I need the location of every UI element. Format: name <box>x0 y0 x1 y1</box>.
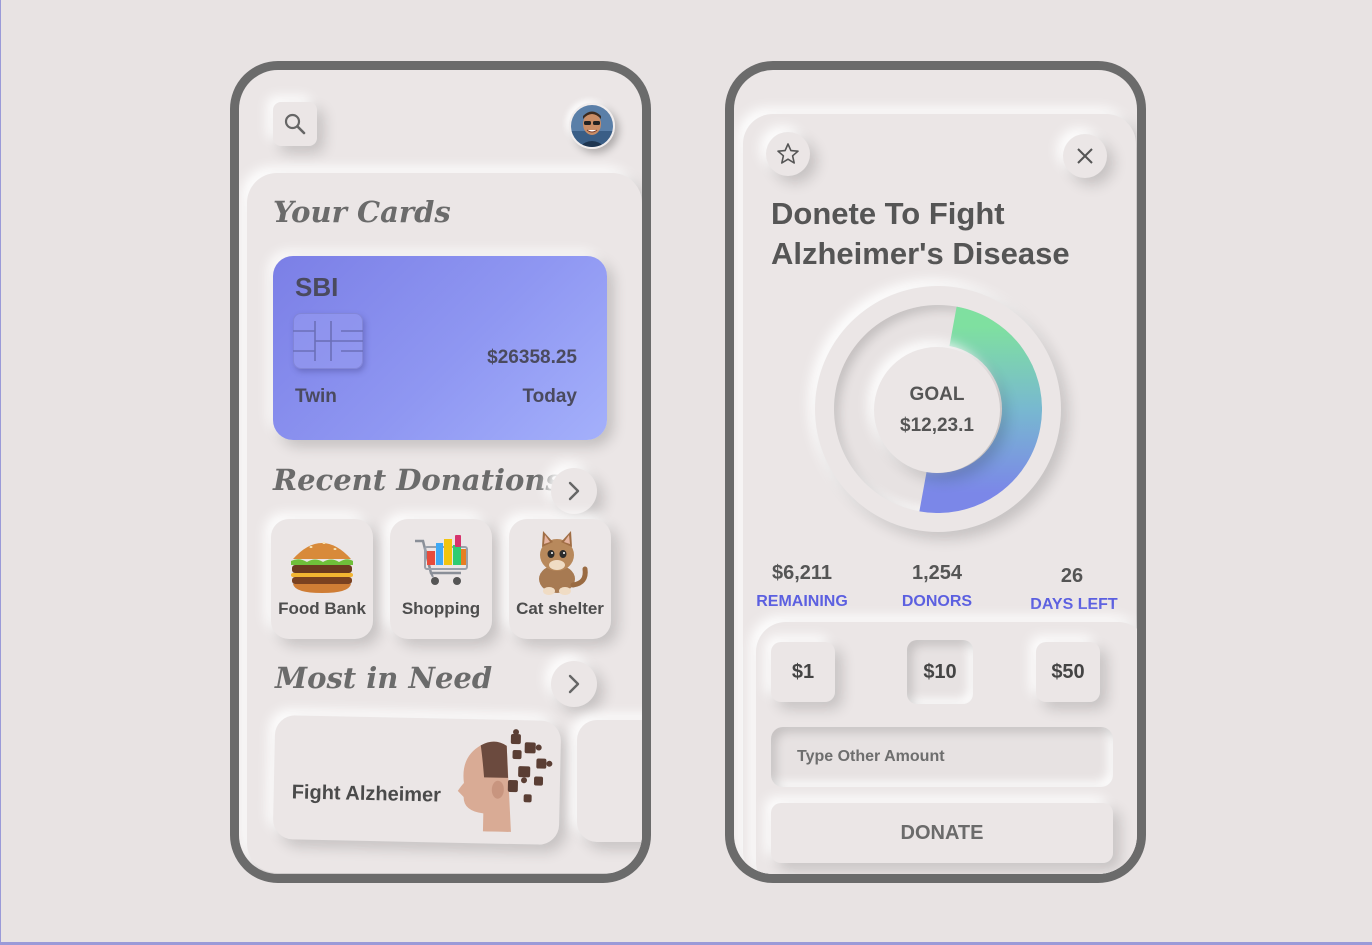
donation-label: Shopping <box>401 599 481 618</box>
search-icon <box>284 113 306 135</box>
donate-title: Donete To Fight Alzheimer's Disease <box>771 194 1101 274</box>
card-holder: Twin <box>295 386 337 407</box>
burger-icon <box>291 542 353 593</box>
donate-button[interactable]: DONATE <box>771 803 1113 863</box>
most-in-need-title: Most in Need <box>275 661 493 695</box>
amount-button-50[interactable]: $50 <box>1036 642 1100 702</box>
other-amount-input[interactable] <box>771 727 1113 787</box>
donation-label: Food Bank <box>278 599 366 618</box>
head-puzzle-icon <box>457 729 553 832</box>
need-card-label: Fight Alzheimer <box>291 781 442 807</box>
avatar[interactable] <box>569 103 615 149</box>
your-cards-title: Your Cards <box>273 195 451 229</box>
need-card-next[interactable] <box>577 720 642 842</box>
amount-button-10[interactable]: $10 <box>907 640 973 704</box>
close-button[interactable] <box>1063 134 1107 178</box>
phone-donate-screen: Donete To Fight Alzheimer's Disease GOAL… <box>725 61 1146 883</box>
search-button[interactable] <box>273 102 317 146</box>
stat-remaining-value: $6,211 <box>771 562 833 584</box>
bank-card[interactable]: SBI $26358.25 Twin Today <box>273 256 607 440</box>
card-balance: $26358.25 <box>487 347 577 368</box>
stat-remaining-label: REMAINING <box>756 593 848 610</box>
phone-wallet-screen: Your Cards SBI $26358.25 Twin Today Rece… <box>230 61 651 883</box>
shopping-cart-icon <box>415 535 468 585</box>
stat-donors-value: 1,254 <box>911 562 963 584</box>
need-card-fight-alzheimer[interactable]: Fight Alzheimer <box>272 715 562 845</box>
card-chip-icon <box>293 313 363 369</box>
goal-label: GOAL <box>909 384 965 405</box>
title-line-2: Alzheimer's Disease <box>771 236 1070 271</box>
kitten-icon <box>539 531 588 595</box>
stat-days-value: 26 <box>1060 565 1084 587</box>
star-icon <box>777 143 799 164</box>
amount-button-1[interactable]: $1 <box>771 642 835 702</box>
close-icon <box>1077 148 1093 164</box>
donation-label: Cat shelter <box>516 599 604 618</box>
favorite-button[interactable] <box>766 132 810 176</box>
title-line-1: Donete To Fight <box>771 196 1005 231</box>
user-avatar-icon <box>571 105 613 147</box>
stat-days-label: DAYS LEFT <box>1030 596 1118 613</box>
goal-value: $12,23.1 <box>900 415 974 436</box>
donation-card-shopping[interactable]: Shopping <box>390 519 492 639</box>
bank-name: SBI <box>295 272 339 302</box>
goal-center: GOAL $12,23.1 <box>874 347 1000 473</box>
recent-donations-next-button[interactable] <box>551 468 597 514</box>
donation-card-cat-shelter[interactable]: Cat shelter <box>509 519 611 639</box>
stat-donors-label: DONORS <box>901 593 973 610</box>
recent-donations-title: Recent Donations <box>273 463 562 497</box>
donation-card-food-bank[interactable]: Food Bank <box>271 519 373 639</box>
card-date: Today <box>522 386 577 407</box>
chevron-right-icon <box>568 674 580 694</box>
chevron-right-icon <box>568 481 580 501</box>
most-in-need-next-button[interactable] <box>551 661 597 707</box>
